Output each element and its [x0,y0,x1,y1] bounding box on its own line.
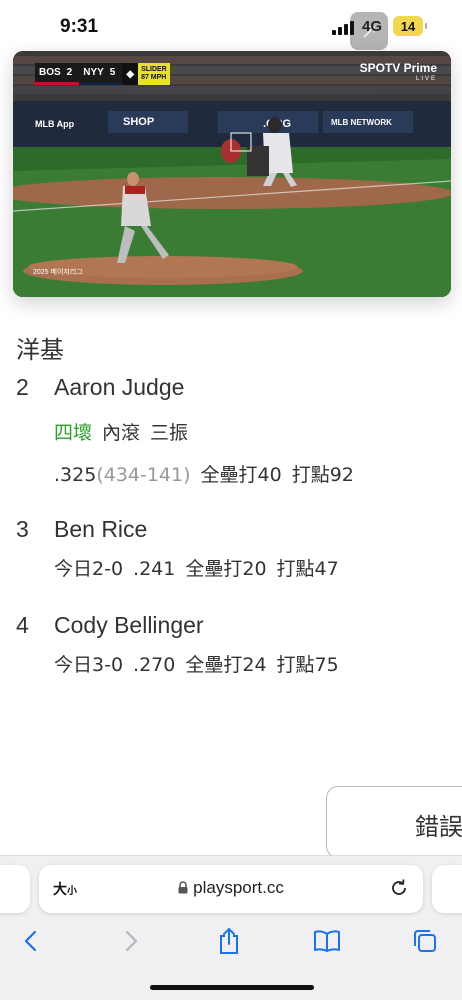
reload-icon[interactable] [387,876,411,900]
pa-result: 內滾 [102,422,141,444]
rbi: 打點92 [291,464,354,486]
score-bug: BOS 2 NYY 5 ◆ SLIDER 87 MPH [35,63,170,85]
home-runs: 全壘打20 [185,558,267,580]
batting-avg: .241 [133,558,176,580]
at-bats-hits: (434-141) [96,464,191,486]
forward-icon[interactable] [116,926,146,956]
home-runs: 全壘打24 [185,654,267,676]
url-text: playsport.cc [193,878,284,897]
next-tab[interactable] [432,865,462,913]
rbi: 打點47 [276,558,339,580]
battery-level: 14 [400,18,416,34]
batter-name: Cody Bellinger [54,612,204,638]
error-report-button[interactable]: 錯誤 [326,786,462,858]
previous-tab[interactable] [0,865,30,913]
back-icon[interactable] [16,926,46,956]
bookmarks-icon[interactable] [312,926,342,956]
battery-icon: 14 [393,16,427,36]
away-team: BOS 2 [35,63,80,85]
batting-order: 4 [16,612,29,638]
batter-name: Ben Rice [54,516,148,542]
url-display[interactable]: playsport.cc [39,878,423,898]
batting-avg: .325 [54,464,97,486]
address-bar[interactable]: 大小 playsport.cc [39,865,423,913]
batting-order: 2 [16,374,29,400]
plate-appearances: 四壞 內滾 三振 [54,418,188,445]
broadcaster-logo: SPOTV Prime LIVE [359,61,437,82]
batting-order: 3 [16,516,29,542]
season-stats: .325(434-141) 全壘打40 打點92 [54,460,354,487]
browser-toolbar [0,926,462,960]
video-player[interactable]: MLB App SHOP .ORG MLB NETWORK [13,51,451,297]
base-runners-icon: ◆ [122,63,139,85]
svg-text:SHOP: SHOP [123,116,154,128]
video-frame: MLB App SHOP .ORG MLB NETWORK [13,51,451,297]
pa-result: 四壞 [54,422,93,444]
league-tag: 2025 메이저리그 [33,269,83,276]
home-team: NYY 5 [79,63,123,85]
rbi: 打點75 [276,654,339,676]
status-bar: 9:31 ↗ 4G 14 [0,0,462,52]
network-type: 4G [362,18,383,35]
batting-avg: .270 [133,654,176,676]
today-line: 今日3-0 [54,654,124,676]
today-line: 今日2-0 [54,558,124,580]
status-time: 9:31 [60,16,99,37]
svg-text:MLB NETWORK: MLB NETWORK [331,118,392,127]
svg-text:MLB App: MLB App [35,119,75,129]
home-indicator [150,985,314,990]
tabs-icon[interactable] [410,926,440,956]
lock-icon [178,881,188,894]
home-runs: 全壘打40 [200,464,282,486]
share-icon[interactable] [214,926,244,956]
season-stats: 今日2-0 .241 全壘打20 打點47 [54,554,339,581]
batter-name: Aaron Judge [54,374,185,400]
browser-bottom-bar: 大小 playsport.cc [0,855,462,1000]
pa-result: 三振 [150,422,189,444]
season-stats: 今日3-0 .270 全壘打24 打點75 [54,650,339,677]
team-name: 洋基 [16,336,64,364]
pitch-info: SLIDER 87 MPH [138,63,170,85]
cellular-signal-icon [332,21,356,35]
